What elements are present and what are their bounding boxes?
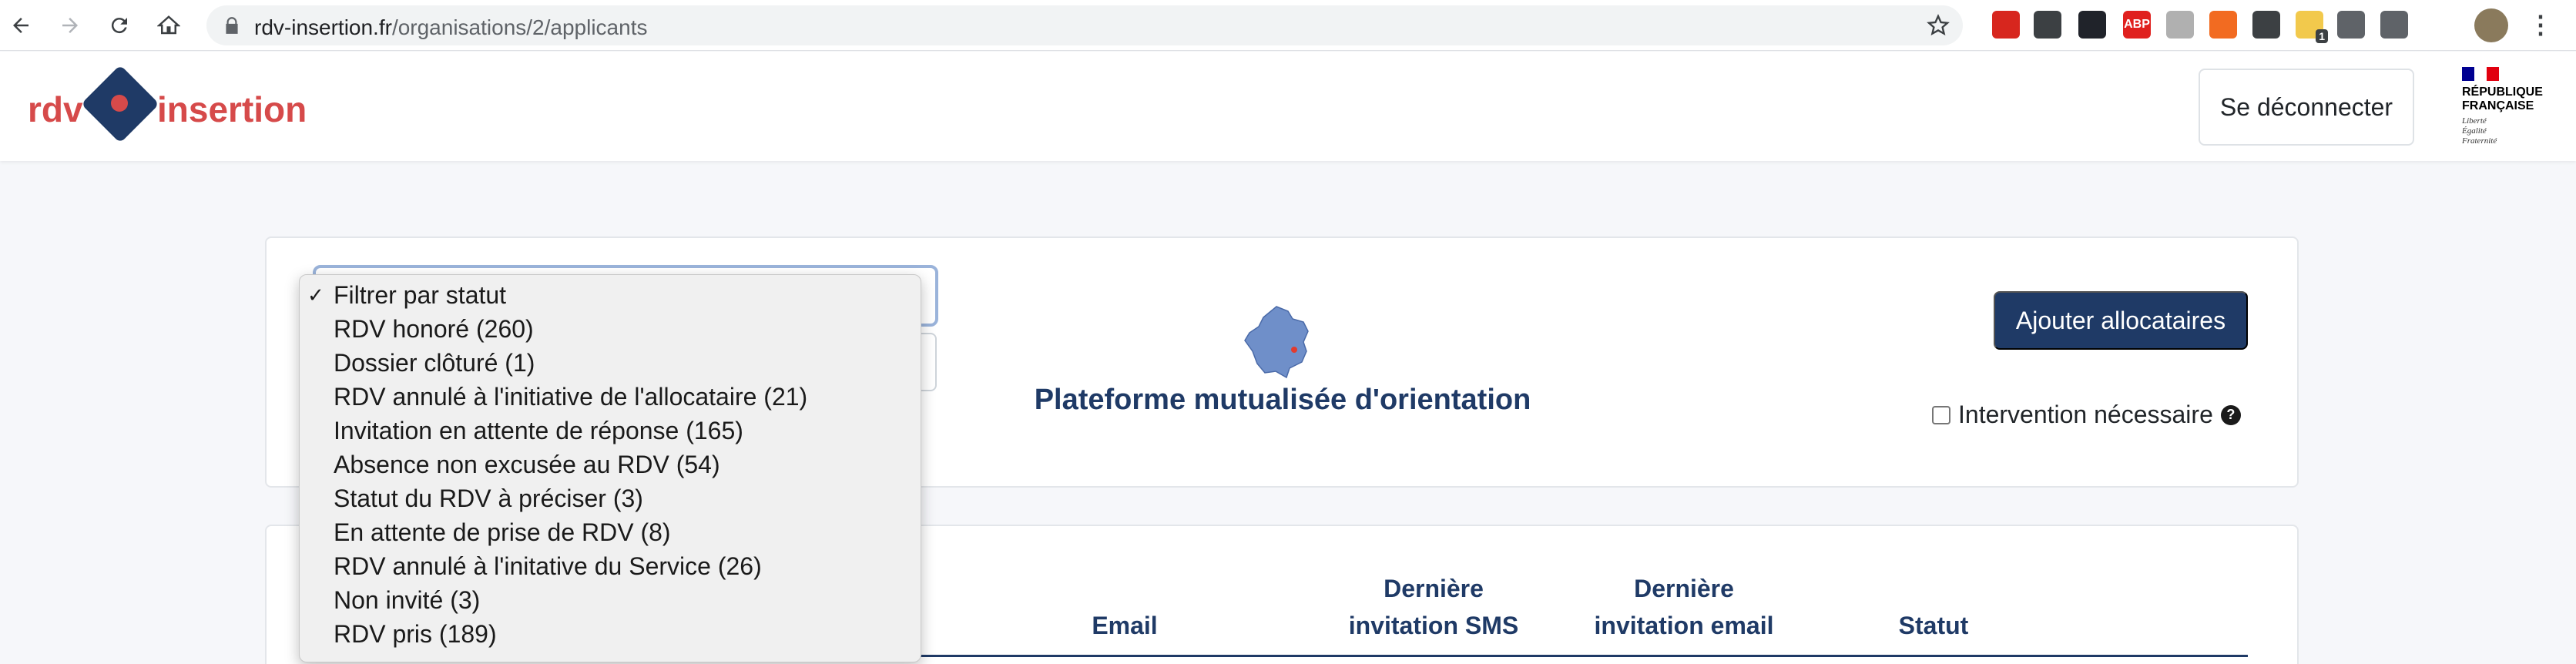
republique-line: RÉPUBLIQUE — [2462, 86, 2543, 99]
home-icon — [157, 15, 180, 35]
platform-title: Plateforme mutualisée d'orientation — [1034, 384, 1531, 416]
back-button[interactable] — [3, 8, 39, 43]
france-map-icon — [1244, 306, 1309, 379]
logout-button[interactable]: Se déconnecter — [2199, 69, 2414, 146]
clock-extension-icon[interactable] — [2166, 11, 2194, 39]
eyedropper-extension-icon[interactable] — [2034, 11, 2061, 39]
column-header-last-email-invitation[interactable]: Dernière invitation email — [1568, 570, 1800, 644]
status-option[interactable]: En attente de prise de RDV (8) — [300, 515, 921, 549]
checkmark-icon: ✓ — [307, 283, 324, 307]
motto-line: Fraternité — [2462, 136, 2497, 146]
header-line: Dernière — [1384, 575, 1484, 602]
home-button[interactable] — [151, 8, 186, 43]
status-option[interactable]: Absence non excusée au RDV (54) — [300, 448, 921, 481]
status-option[interactable]: Statut du RDV à préciser (3) — [300, 481, 921, 515]
status-option-label: Invitation en attente de réponse (165) — [334, 417, 743, 444]
status-option-label: Filtrer par statut — [334, 281, 507, 309]
browser-toolbar: rdv-insertion.fr/organisations/2/applica… — [0, 0, 2576, 51]
add-applicants-button[interactable]: Ajouter allocataires — [1994, 291, 2248, 350]
logo-dot — [111, 95, 128, 112]
shield-extension-icon[interactable] — [1992, 11, 2020, 39]
url-host: rdv-insertion.fr — [254, 15, 392, 39]
status-option[interactable]: Dossier clôturé (1) — [300, 346, 921, 380]
status-option-label: RDV honoré (260) — [334, 315, 534, 343]
bookmark-star-icon[interactable] — [1926, 13, 1950, 38]
reload-button[interactable] — [102, 8, 137, 43]
reload-icon — [111, 18, 127, 34]
column-header-email[interactable]: Email — [1063, 607, 1186, 644]
adblock-plus-extension-icon[interactable]: ABP — [2123, 11, 2151, 39]
status-option-label: RDV pris (189) — [334, 620, 497, 648]
status-option[interactable]: RDV annulé à l'initative du Service (26) — [300, 549, 921, 583]
republique-francaise-logo: RÉPUBLIQUE FRANÇAISE Liberté Égalité Fra… — [2462, 67, 2562, 152]
react-devtools-extension-icon[interactable] — [2078, 11, 2106, 39]
arrow-right-icon — [62, 18, 78, 33]
status-option[interactable]: Invitation en attente de réponse (165) — [300, 414, 921, 448]
status-option[interactable]: ✓ Filtrer par statut — [300, 278, 921, 312]
extension-badge: 1 — [2316, 29, 2328, 43]
status-option[interactable]: RDV annulé à l'initiative de l'allocatai… — [300, 380, 921, 414]
status-option[interactable]: RDV honoré (260) — [300, 312, 921, 346]
address-bar[interactable]: rdv-insertion.fr/organisations/2/applica… — [206, 5, 1963, 45]
status-option[interactable]: Non invité (3) — [300, 583, 921, 617]
clipboard-extension-icon[interactable] — [2252, 11, 2280, 39]
status-option-label: RDV annulé à l'initiative de l'allocatai… — [334, 383, 808, 411]
rdv-insertion-logo[interactable]: rdv insertion — [28, 65, 320, 144]
status-option-label: Non invité (3) — [334, 586, 481, 614]
intervention-filter: Intervention nécessaire ? — [1932, 401, 2241, 429]
extension-label: ABP — [2124, 18, 2150, 31]
status-option-label: Dossier clôturé (1) — [334, 349, 535, 377]
site-header: rdv insertion Se déconnecter RÉPUBLIQUE … — [0, 52, 2576, 161]
reading-list-icon[interactable] — [2380, 11, 2408, 39]
forward-button[interactable] — [52, 8, 88, 43]
motto-text: Liberté Égalité Fraternité — [2462, 116, 2562, 146]
header-line: invitation email — [1594, 612, 1774, 639]
francaise-line: FRANÇAISE — [2462, 99, 2534, 112]
column-header-status[interactable]: Statut — [1857, 607, 2011, 644]
translate-extension-icon[interactable] — [2209, 11, 2237, 39]
intervention-label: Intervention nécessaire — [1958, 401, 2213, 428]
arrow-left-icon — [13, 18, 29, 33]
header-line: invitation SMS — [1348, 612, 1519, 639]
status-option-label: En attente de prise de RDV (8) — [334, 518, 671, 546]
notes-extension-icon[interactable]: 1 — [2296, 11, 2328, 43]
status-option-label: Statut du RDV à préciser (3) — [334, 485, 643, 512]
help-icon[interactable]: ? — [2220, 404, 2241, 425]
intervention-checkbox[interactable] — [1932, 405, 1950, 424]
republique-text: RÉPUBLIQUE FRANÇAISE — [2462, 86, 2562, 113]
table-header-divider — [917, 655, 2248, 657]
url-text: rdv-insertion.fr/organisations/2/applica… — [254, 15, 647, 40]
lock-icon — [226, 17, 238, 34]
logo-text-insertion: insertion — [157, 89, 307, 129]
column-header-last-sms-invitation[interactable]: Dernière invitation SMS — [1322, 570, 1545, 644]
motto-line: Liberté — [2462, 116, 2487, 126]
header-line: Dernière — [1634, 575, 1734, 602]
url-path: /organisations/2/applicants — [391, 15, 648, 39]
puzzle-extensions-icon[interactable] — [2337, 11, 2365, 39]
logo-text-rdv: rdv — [28, 89, 83, 129]
status-filter-dropdown: ✓ Filtrer par statut RDV honoré (260) Dossi… — [299, 274, 921, 662]
profile-avatar[interactable] — [2474, 8, 2508, 42]
status-option-label: Absence non excusée au RDV (54) — [334, 451, 720, 478]
french-flag-icon — [2462, 67, 2499, 81]
motto-line: Égalité — [2462, 126, 2487, 136]
location-dot — [1291, 347, 1297, 353]
status-option-label: RDV annulé à l'initative du Service (26) — [334, 552, 762, 580]
more-menu-icon[interactable]: ⋮ — [2527, 11, 2554, 39]
status-option[interactable]: RDV pris (189) — [300, 617, 921, 651]
